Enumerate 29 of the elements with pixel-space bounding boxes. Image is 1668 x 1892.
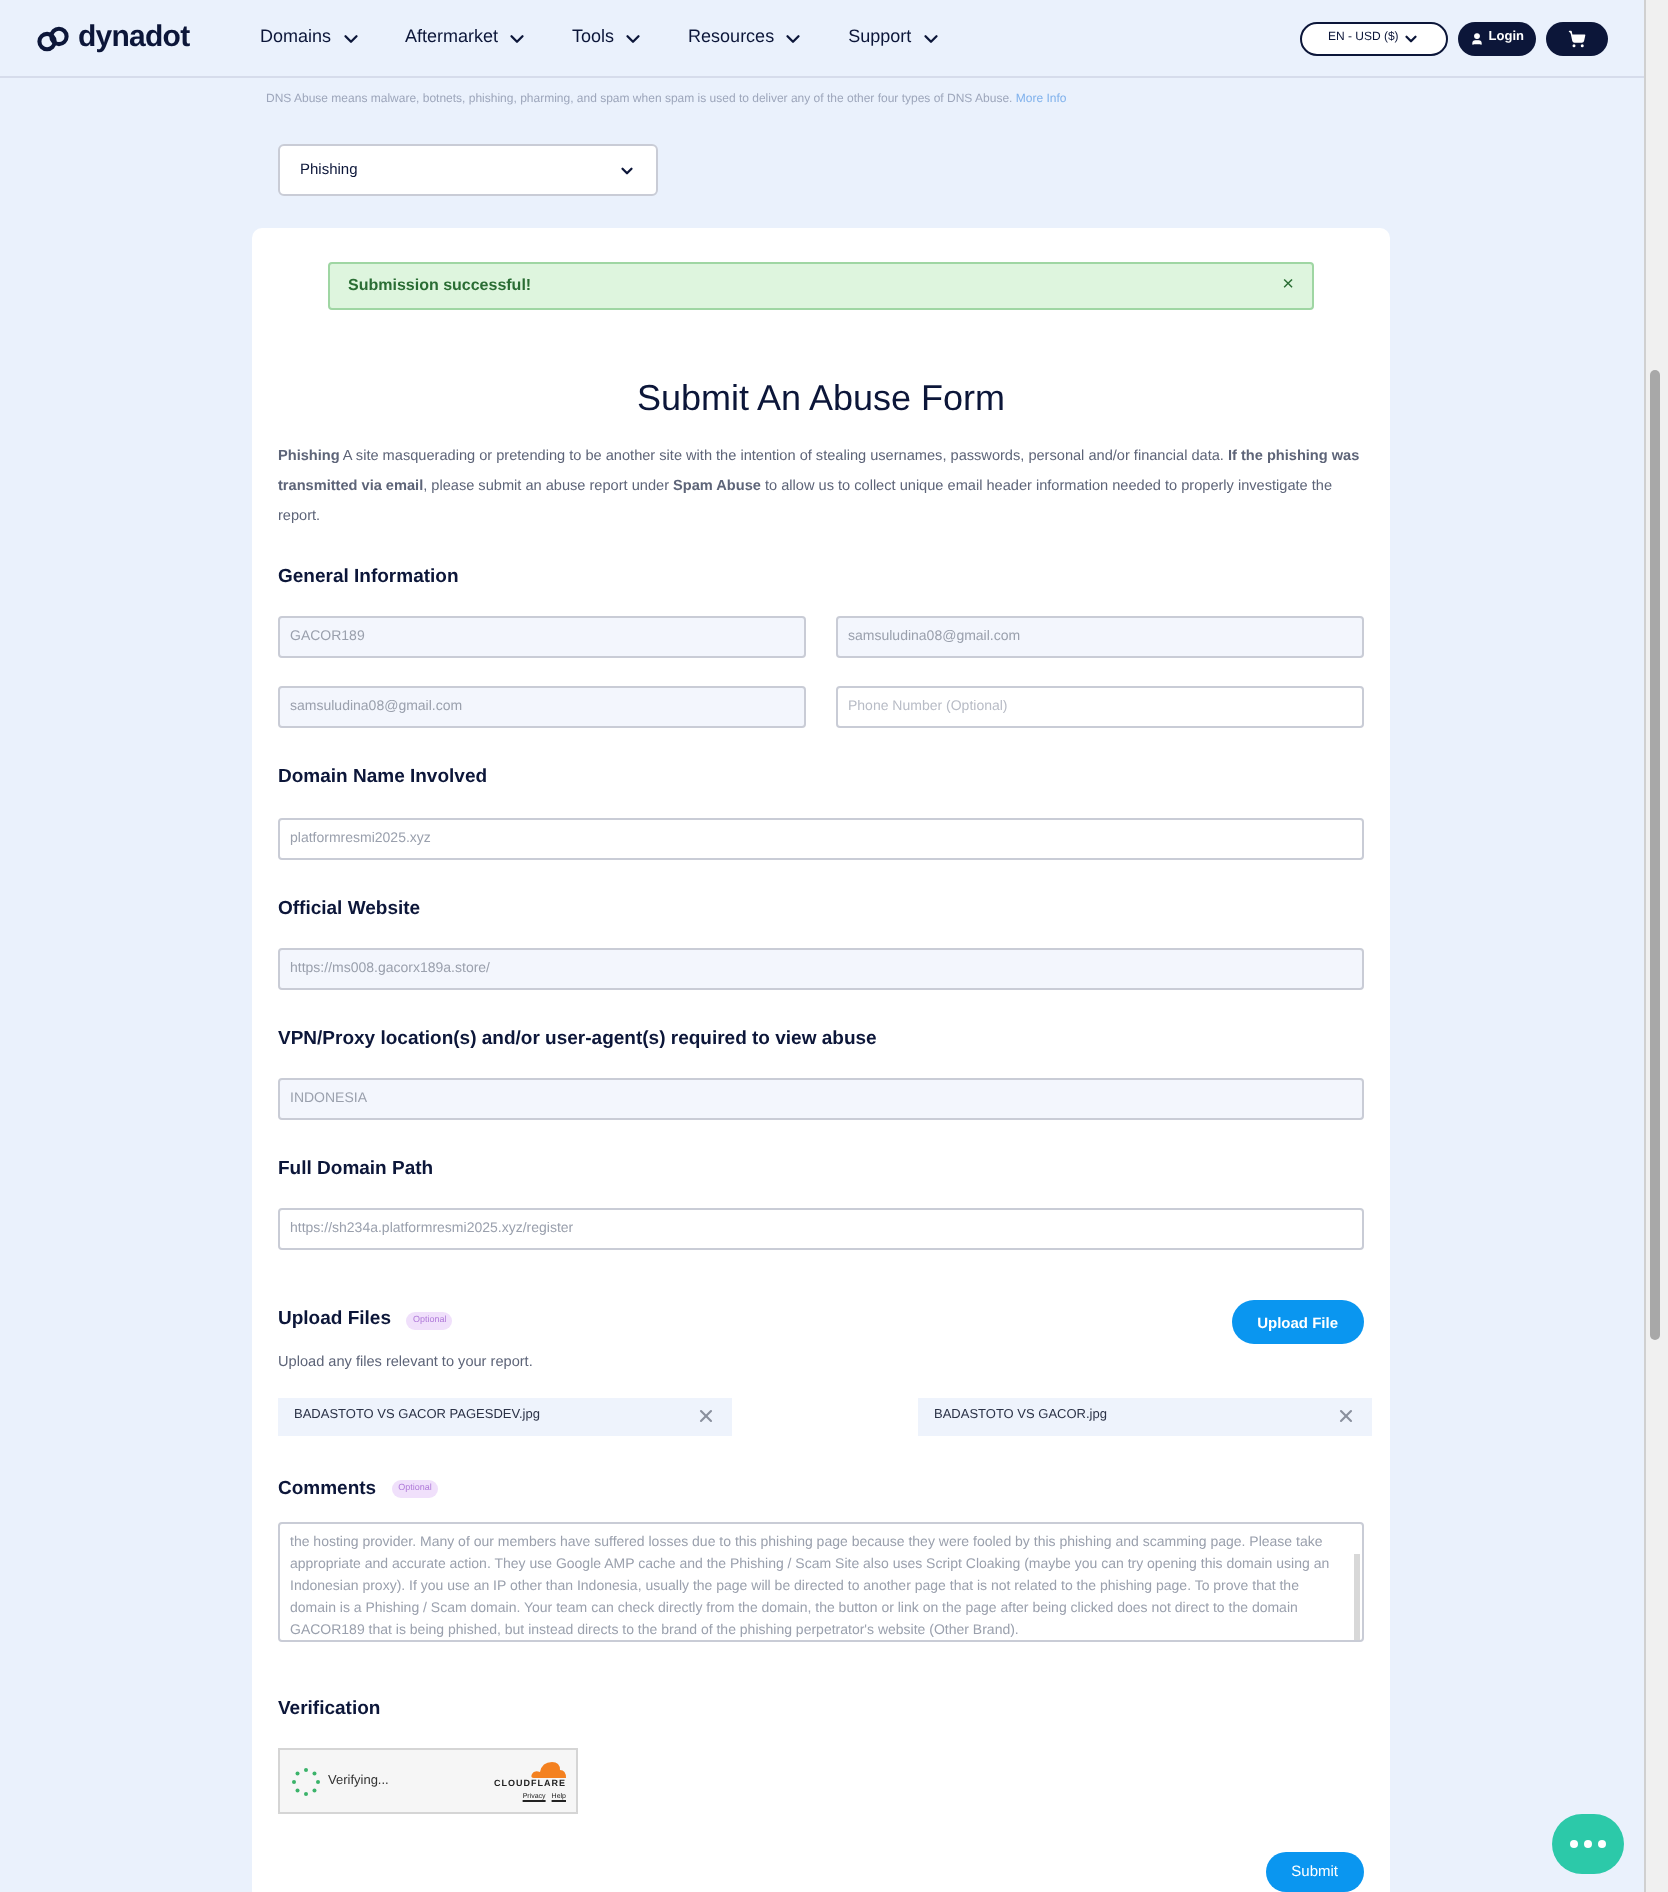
logo-icon	[36, 21, 70, 56]
remove-icon[interactable]	[696, 1406, 716, 1426]
form-title: Submit An Abuse Form	[634, 376, 1008, 421]
section-heading: Comments	[278, 1475, 377, 1503]
dots-icon	[1570, 1840, 1606, 1848]
cloud-icon	[530, 1760, 566, 1778]
spinner-icon	[290, 1765, 322, 1797]
close-button[interactable]: ×	[1282, 276, 1294, 297]
remove-icon[interactable]	[1336, 1406, 1356, 1426]
section-heading: VPN/Proxy location(s) and/or user-agent(s) required to view abuse	[278, 1025, 877, 1054]
section-heading: Upload Files	[278, 1306, 391, 1335]
section-heading: General Information	[278, 564, 459, 593]
logo-text: dynadot	[78, 17, 190, 58]
nav-menu[interactable]: Domains	[260, 24, 362, 52]
nav-menu[interactable]: Tools	[572, 24, 645, 52]
section-heading: Domain Name Involved	[278, 764, 488, 793]
chat-button[interactable]	[1552, 1814, 1624, 1874]
nav-menu[interactable]: Resources	[688, 24, 805, 52]
user-icon	[1470, 31, 1485, 46]
nav-menu[interactable]: Support	[848, 24, 942, 52]
section-heading: Full Domain Path	[278, 1156, 434, 1185]
cart-icon	[1568, 29, 1586, 48]
alert-message: Submission successful!	[348, 274, 532, 299]
page-scrollbar[interactable]	[1650, 370, 1660, 1340]
section-heading: Official Website	[278, 895, 421, 924]
nav-menu[interactable]: Aftermarket	[405, 24, 529, 52]
section-heading: Verification	[278, 1695, 381, 1724]
cart-button[interactable]	[1546, 21, 1608, 56]
scrollbar[interactable]	[1354, 1553, 1360, 1640]
